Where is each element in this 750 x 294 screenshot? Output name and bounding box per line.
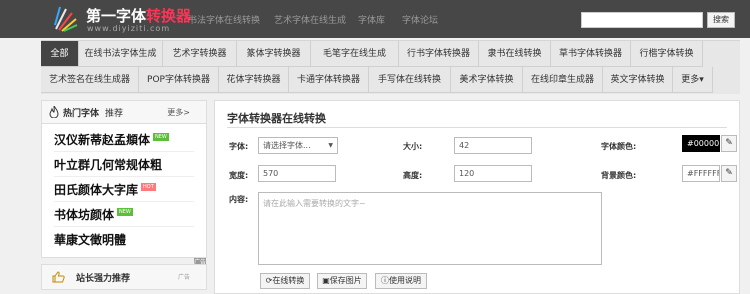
site-header: 第一字体转换器 www.diyiziti.com 书法字体在线转换 艺术字体在线… — [0, 0, 750, 38]
promo-title: 站长强力推荐 — [76, 274, 131, 284]
tab-cartoon[interactable]: 卡通字体转换器 — [289, 67, 369, 93]
convert-button[interactable]: ⟳在线转换 — [260, 273, 310, 289]
content-textarea[interactable]: 请在此输入需要转换的文字~ — [258, 192, 602, 265]
tab-seal-script[interactable]: 篆体字转换器 — [237, 41, 311, 67]
font-item[interactable]: 叶立群几何常规体粗 — [54, 153, 194, 177]
tab-cursive[interactable]: 草书字体转换器 — [551, 41, 631, 67]
image-icon: ▣ — [322, 276, 330, 285]
category-nav: 全部 在线书法字体生成 艺术字转换器 篆体字转换器 毛笔字在线生成 行书字体转换… — [41, 40, 740, 94]
promo-ad-label: 广告 — [177, 274, 190, 281]
height-label: 高度: — [403, 171, 423, 180]
header-link-calligraphy[interactable]: 书法字体在线转换 — [188, 13, 260, 26]
color-picker-button[interactable]: ✎ — [721, 135, 737, 152]
content-label: 内容: — [229, 195, 249, 204]
font-color-label: 字体颜色: — [601, 142, 637, 151]
hot-fonts-more-link[interactable]: 更多> — [167, 107, 190, 118]
header-link-library[interactable]: 字体库 — [358, 13, 385, 26]
tab-fine-art[interactable]: 美术字体转换 — [451, 67, 523, 93]
tab-pop[interactable]: POP字体转换器 — [139, 67, 219, 93]
tab-stamp[interactable]: 在线印章生成器 — [523, 67, 603, 93]
bg-color-input[interactable]: #FFFFFF — [682, 165, 720, 182]
font-item[interactable]: 书体坊颜体 NEW — [54, 203, 194, 227]
tab-handwriting[interactable]: 手写体在线转换 — [369, 67, 451, 93]
save-image-button[interactable]: ▣保存图片 — [317, 273, 367, 289]
font-item[interactable]: 汉仪新蒂赵孟頫体 NEW — [54, 128, 194, 152]
bg-color-label: 背景颜色: — [601, 171, 637, 180]
hot-fonts-recommend[interactable]: 推荐 — [105, 106, 123, 119]
hot-badge: HOT — [141, 183, 156, 191]
watermark: 头条号 / 砚田书院学习笔记 — [600, 276, 732, 289]
converter-panel: 字体转换器在线转换 字体: 请选择字体... ▼ 大小: 42 字体颜色: #00… — [214, 100, 740, 294]
tab-more[interactable]: 更多▾ — [673, 67, 713, 93]
hot-fonts-list: 汉仪新蒂赵孟頫体 NEW 叶立群几何常规体粗 田氏颜体大字库 HOT 书体坊颜体 NE… — [41, 124, 207, 280]
new-badge: NEW — [153, 133, 169, 141]
tab-xingkai[interactable]: 行楷字体转换 — [631, 41, 703, 67]
new-badge: NEW — [117, 208, 133, 216]
font-item[interactable]: 田氏颜体大字库 HOT — [54, 178, 194, 202]
tab-english[interactable]: 英文字体转换 — [603, 67, 673, 93]
tab-brush[interactable]: 毛笔字在线生成 — [311, 41, 399, 67]
font-item[interactable]: 華康文徵明體 — [54, 228, 194, 252]
brush-logo-icon — [54, 6, 78, 32]
width-label: 宽度: — [229, 171, 249, 180]
tab-clerical[interactable]: 隶书在线转换 — [479, 41, 551, 67]
flame-icon — [49, 106, 59, 118]
size-input[interactable]: 42 — [454, 137, 532, 154]
tab-running-script[interactable]: 行书字体转换器 — [399, 41, 479, 67]
tab-floral[interactable]: 花体字转换器 — [219, 67, 289, 93]
hot-fonts-header: 热门字体 推荐 更多> — [41, 100, 207, 124]
font-color-input[interactable]: #000000 — [682, 135, 720, 152]
chevron-down-icon: ▼ — [328, 142, 333, 149]
site-url: www.diyiziti.com — [87, 24, 171, 33]
hot-fonts-title: 热门字体 — [63, 109, 100, 119]
height-input[interactable]: 120 — [454, 165, 532, 182]
font-label: 字体: — [229, 142, 249, 151]
thumbs-up-icon — [52, 271, 65, 283]
font-select[interactable]: 请选择字体... ▼ — [258, 137, 338, 154]
search-input[interactable] — [581, 12, 703, 28]
info-icon: ⓘ — [381, 276, 389, 285]
size-label: 大小: — [403, 142, 423, 151]
help-button[interactable]: ⓘ使用说明 — [375, 273, 427, 289]
tab-art[interactable]: 艺术字转换器 — [163, 41, 237, 67]
tab-all[interactable]: 全部 — [41, 41, 79, 67]
bg-color-picker-button[interactable]: ✎ — [721, 165, 737, 182]
width-input[interactable]: 570 — [258, 165, 336, 182]
tab-calligraphy[interactable]: 在线书法字体生成 — [79, 41, 163, 67]
tab-signature[interactable]: 艺术签名在线生成器 — [41, 67, 139, 93]
header-link-forum[interactable]: 字体论坛 — [402, 13, 438, 26]
site-logo-text[interactable]: 第一字体转换器 — [86, 5, 191, 26]
sidebar: 热门字体 推荐 更多> 汉仪新蒂赵孟頫体 NEW 叶立群几何常规体粗 田氏颜体大字… — [41, 100, 207, 294]
page-title: 字体转换器在线转换 — [227, 112, 326, 125]
title-divider — [227, 127, 727, 128]
header-link-art[interactable]: 艺术字体在线生成 — [274, 13, 346, 26]
promo-header: 站长强力推荐 广告 — [41, 264, 207, 290]
search-button[interactable]: 搜索 — [707, 12, 735, 28]
